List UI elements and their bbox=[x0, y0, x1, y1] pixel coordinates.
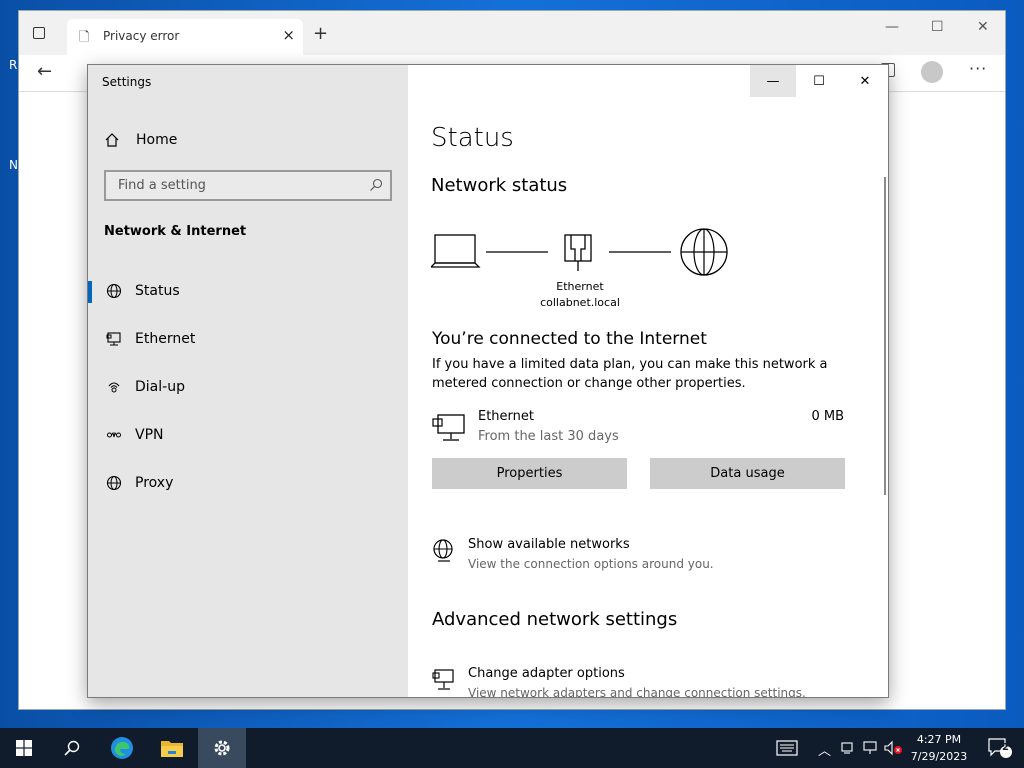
change-adapter-title: Change adapter options bbox=[468, 666, 625, 681]
search-box[interactable] bbox=[104, 170, 392, 201]
more-menu-button[interactable]: ··· bbox=[969, 59, 987, 78]
sidebar-item-ethernet[interactable]: Ethernet bbox=[88, 319, 408, 359]
chevron-up-icon[interactable]: ︿ bbox=[818, 740, 831, 759]
show-networks-sub: View the connection options around you. bbox=[468, 557, 714, 571]
network-globe-icon bbox=[433, 539, 453, 562]
connected-description: If you have a limited data plan, you can… bbox=[432, 357, 828, 391]
network-name: collabnet.local bbox=[540, 296, 620, 309]
edge-browser-icon bbox=[111, 737, 133, 759]
ethernet-icon bbox=[106, 332, 121, 346]
advanced-settings-title: Advanced network settings bbox=[432, 609, 678, 630]
clock-date: 7/29/2023 bbox=[910, 750, 968, 763]
taskbar-settings[interactable] bbox=[198, 728, 246, 768]
settings-content: — ☐ ✕ Status Network status Ethernet col… bbox=[408, 65, 888, 697]
maximize-button[interactable]: ☐ bbox=[796, 65, 842, 97]
sidebar-item-label: Status bbox=[135, 283, 180, 299]
change-adapter-sub: View network adapters and change connect… bbox=[468, 686, 806, 698]
show-available-networks-link[interactable]: Show available networks View the connect… bbox=[432, 537, 852, 577]
dialup-icon bbox=[108, 382, 120, 393]
edge-minimize-button[interactable]: — bbox=[885, 19, 899, 35]
edge-tab-title: Privacy error bbox=[103, 29, 180, 43]
adapter-options-icon bbox=[432, 669, 454, 690]
gear-icon bbox=[214, 740, 230, 756]
device-icon[interactable] bbox=[840, 741, 854, 755]
search-taskbar-button[interactable] bbox=[48, 728, 96, 768]
page-warning-icon: 🗋 bbox=[79, 30, 90, 45]
desktop-icon-label-n[interactable]: N bbox=[9, 158, 18, 172]
status-globe-icon bbox=[106, 283, 122, 299]
notification-center-button[interactable]: 2 bbox=[976, 728, 1024, 768]
keyboard-icon[interactable] bbox=[776, 740, 798, 756]
settings-sidebar: Settings Home Network & Internet Status bbox=[88, 65, 408, 697]
network-tray-icon[interactable] bbox=[862, 740, 878, 756]
internet-globe-icon bbox=[680, 228, 728, 276]
adapter-name: Ethernet bbox=[556, 280, 604, 293]
windows-logo-icon bbox=[16, 740, 32, 756]
clock-time: 4:27 PM bbox=[916, 733, 962, 746]
globe-icon bbox=[106, 475, 122, 491]
data-usage-button[interactable]: Data usage bbox=[650, 458, 845, 489]
search-icon[interactable] bbox=[368, 177, 384, 193]
ethernet-usage: 0 MB bbox=[811, 409, 844, 424]
ethernet-period: From the last 30 days bbox=[478, 429, 619, 444]
sidebar-item-label: Proxy bbox=[135, 475, 174, 491]
sidebar-item-label: Dial-up bbox=[135, 379, 185, 395]
new-tab-button[interactable]: + bbox=[313, 23, 328, 44]
edge-tab-close-button[interactable]: × bbox=[282, 26, 295, 44]
desktop-icon-label-r[interactable]: R bbox=[9, 58, 17, 72]
edge-tabstrip: 🗋 Privacy error × + — ☐ ✕ bbox=[19, 11, 1005, 55]
connected-title: You’re connected to the Internet bbox=[432, 329, 707, 349]
tab-actions-icon[interactable] bbox=[33, 27, 45, 39]
edge-maximize-button[interactable]: ☐ bbox=[931, 19, 944, 35]
home-icon bbox=[105, 133, 119, 147]
section-title: Network & Internet bbox=[104, 224, 247, 239]
clock[interactable]: 4:27 PM 7/29/2023 bbox=[906, 731, 972, 765]
profile-avatar[interactable] bbox=[921, 61, 943, 83]
taskbar: ︿ 4:27 PM 7/29/2023 2 bbox=[0, 728, 1024, 768]
minimize-button[interactable]: — bbox=[750, 65, 796, 97]
home-label: Home bbox=[136, 132, 178, 148]
page-title: Status bbox=[431, 123, 514, 153]
sidebar-item-label: Ethernet bbox=[135, 331, 196, 347]
app-title: Settings bbox=[102, 75, 152, 89]
home-nav-item[interactable]: Home bbox=[104, 129, 177, 151]
edge-close-button[interactable]: ✕ bbox=[977, 19, 989, 35]
notification-icon bbox=[988, 738, 1012, 758]
active-indicator bbox=[88, 281, 92, 303]
close-button[interactable]: ✕ bbox=[842, 65, 888, 97]
taskbar-edge[interactable] bbox=[98, 728, 146, 768]
sidebar-item-label: VPN bbox=[135, 427, 164, 443]
ethernet-name: Ethernet bbox=[478, 409, 534, 424]
search-input[interactable] bbox=[116, 177, 360, 194]
notification-count: 2 bbox=[1002, 742, 1009, 753]
ethernet-usage-row: Ethernet From the last 30 days 0 MB bbox=[432, 409, 848, 449]
settings-window: Settings Home Network & Internet Status bbox=[87, 64, 889, 698]
taskbar-file-explorer[interactable] bbox=[148, 728, 196, 768]
network-status-title: Network status bbox=[431, 175, 568, 196]
diagram-caption: Ethernet collabnet.local bbox=[518, 279, 642, 311]
ethernet-adapter-icon bbox=[432, 414, 465, 441]
sidebar-item-status[interactable]: Status bbox=[88, 271, 408, 311]
folder-icon bbox=[161, 741, 183, 757]
properties-button[interactable]: Properties bbox=[432, 458, 627, 489]
change-adapter-options-link[interactable]: Change adapter options View network adap… bbox=[432, 666, 852, 698]
content-scrollbar[interactable] bbox=[884, 177, 886, 495]
ethernet-port-icon bbox=[564, 234, 592, 271]
back-button[interactable]: ← bbox=[37, 61, 52, 82]
vpn-icon bbox=[107, 431, 121, 438]
edge-tab-privacy-error[interactable]: 🗋 Privacy error × bbox=[67, 19, 303, 55]
laptop-icon bbox=[431, 234, 481, 268]
sidebar-item-proxy[interactable]: Proxy bbox=[88, 463, 408, 503]
volume-muted-icon[interactable] bbox=[884, 740, 904, 756]
show-networks-title: Show available networks bbox=[468, 537, 630, 552]
sidebar-item-vpn[interactable]: VPN bbox=[88, 415, 408, 455]
sidebar-item-dialup[interactable]: Dial-up bbox=[88, 367, 408, 407]
search-icon bbox=[64, 740, 80, 756]
start-button[interactable] bbox=[0, 728, 48, 768]
network-diagram bbox=[431, 228, 728, 276]
